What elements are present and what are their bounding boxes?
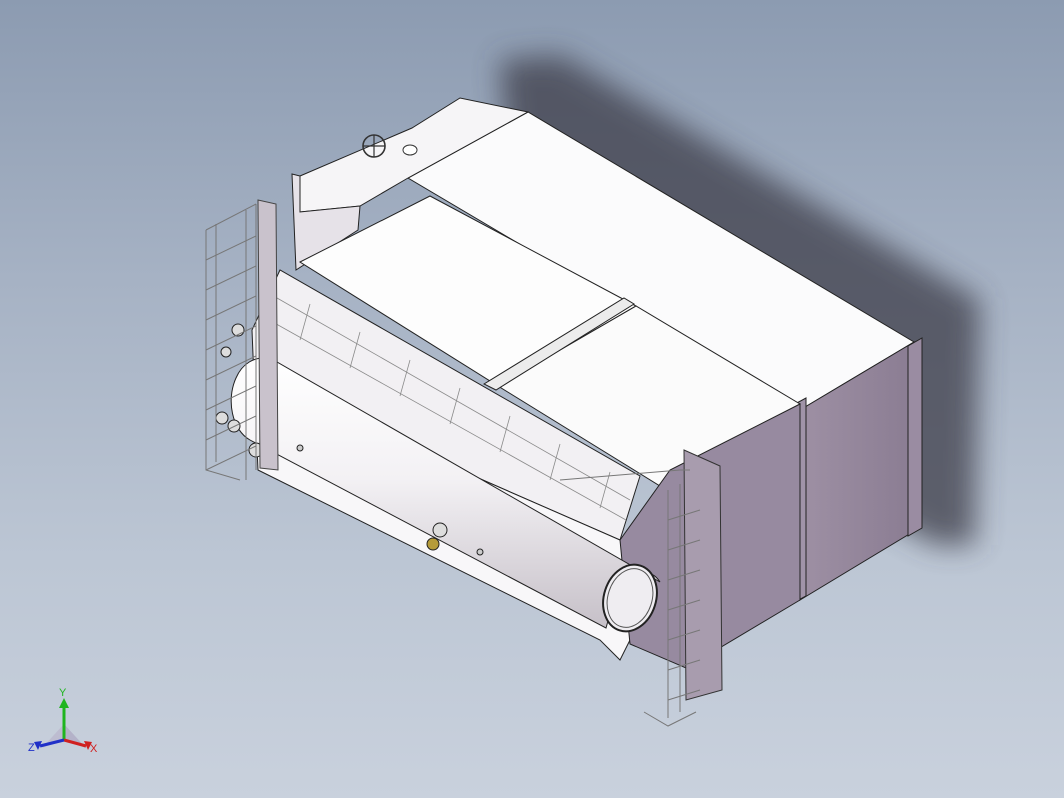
right-ladder-post: [683, 449, 723, 701]
y-axis-label: Y: [59, 687, 67, 699]
boiler-assembly-model[interactable]: [0, 0, 1064, 798]
right-flange: [907, 337, 923, 537]
z-axis-label: Z: [28, 742, 35, 754]
x-axis-label: X: [90, 743, 98, 755]
left-ladder-post: [257, 199, 279, 471]
axis-triad: Y X Z: [28, 687, 98, 755]
graphics-viewport[interactable]: Y X Z: [0, 0, 1064, 798]
